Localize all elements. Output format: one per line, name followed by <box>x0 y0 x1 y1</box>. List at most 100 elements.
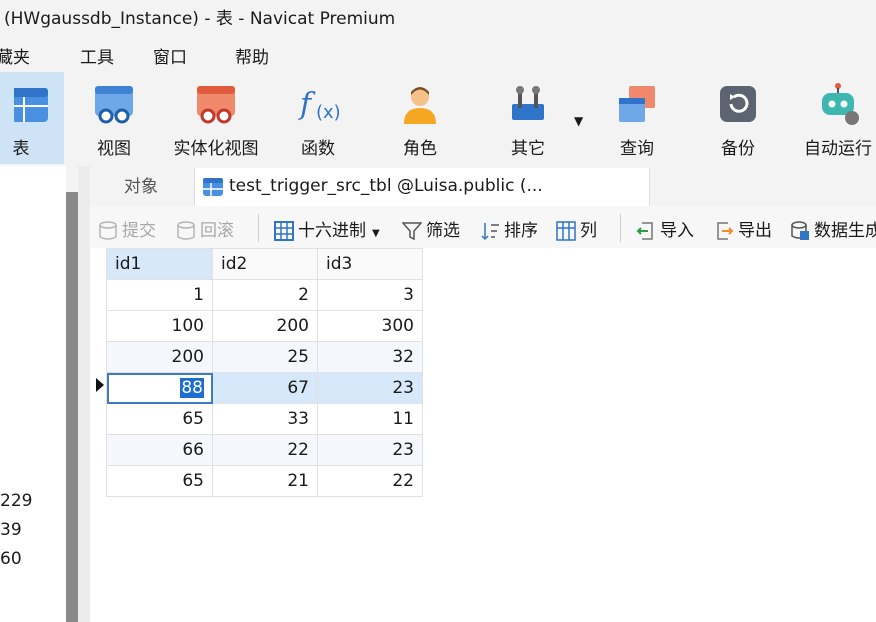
tab-objects[interactable]: 对象 <box>90 168 192 206</box>
data-generation-icon <box>791 221 809 240</box>
table-icon <box>203 178 223 196</box>
data-grid[interactable]: id1 id2 id3 1 2 3 100 200 300 200 25 32 <box>90 248 876 622</box>
menu-favorites[interactable]: 藏夹 <box>0 43 30 68</box>
nav-value: 229 <box>0 491 33 511</box>
cell-id3[interactable]: 23 <box>317 372 423 404</box>
function-icon: f (x) <box>298 87 340 123</box>
query-icon <box>619 86 655 122</box>
funnel-icon <box>402 222 422 241</box>
hex-label: 十六进制 <box>298 221 366 241</box>
cell-id2[interactable]: 2 <box>212 279 318 311</box>
cell-id1[interactable]: 65 <box>106 465 213 497</box>
nav-value: 39 <box>0 520 22 540</box>
title-bar: (HWgaussdb_Instance) - 表 - Navicat Premi… <box>0 0 876 32</box>
tab-bar: 对象 test_trigger_src_tbl @Luisa.public (.… <box>90 166 876 206</box>
table-row-selected[interactable]: 88 67 23 <box>106 372 423 404</box>
toolbar-role-button[interactable]: 角色 <box>390 72 450 164</box>
toolbar-separator <box>620 214 621 242</box>
vertical-scrollbar[interactable] <box>66 192 78 622</box>
cell-id2[interactable]: 21 <box>212 465 318 497</box>
toolbar-query-button[interactable]: 查询 <box>606 72 668 164</box>
navigation-pane[interactable]: 229 39 60 <box>0 166 66 622</box>
data-toolbar: 提交 回滚 十六进制 ▼ 筛选 排序 列 导入 导出 数据生成 <box>90 206 876 249</box>
menu-window[interactable]: 窗口 <box>153 43 187 68</box>
hex-dropdown-icon[interactable]: ▼ <box>372 228 380 239</box>
cell-id2[interactable]: 25 <box>212 341 318 373</box>
toolbar-table-label: 表 <box>12 139 30 159</box>
menu-help[interactable]: 帮助 <box>235 43 269 68</box>
cell-id1[interactable]: 1 <box>106 279 213 311</box>
data-generation-button[interactable]: 数据生成 <box>790 216 876 241</box>
menu-tools[interactable]: 工具 <box>80 43 114 68</box>
import-button[interactable]: 导入 <box>636 216 694 241</box>
grid-icon <box>274 221 294 241</box>
table-icon <box>14 88 48 122</box>
rollback-label: 回滚 <box>200 221 234 241</box>
filter-button[interactable]: 筛选 <box>402 216 460 241</box>
cell-id1[interactable]: 100 <box>106 310 213 342</box>
toolbar-view-label: 视图 <box>97 139 131 159</box>
table-row[interactable]: 1 2 3 <box>106 279 423 311</box>
tab-table-editor[interactable]: test_trigger_src_tbl @Luisa.public (... <box>194 168 650 206</box>
cell-id1-editing[interactable]: 88 <box>106 372 213 404</box>
user-role-icon <box>404 87 436 124</box>
table-row[interactable]: 200 25 32 <box>106 341 423 373</box>
columns-label: 列 <box>580 221 597 241</box>
toolbar-other-label: 其它 <box>511 139 545 159</box>
cell-id2[interactable]: 200 <box>212 310 318 342</box>
column-header-id1[interactable]: id1 <box>106 248 213 280</box>
toolbar-table-button[interactable]: 表 <box>0 72 64 164</box>
other-dropdown-icon[interactable]: ▼ <box>574 114 583 128</box>
import-label: 导入 <box>660 221 694 241</box>
cell-id3[interactable]: 11 <box>317 403 423 435</box>
window-title: (HWgaussdb_Instance) - 表 - Navicat Premi… <box>4 9 396 29</box>
sort-label: 排序 <box>504 221 538 241</box>
cell-id3[interactable]: 3 <box>317 279 423 311</box>
pane-splitter[interactable] <box>78 166 90 622</box>
cell-id3[interactable]: 22 <box>317 465 423 497</box>
sort-button[interactable]: 排序 <box>480 216 538 241</box>
toolbar-backup-label: 备份 <box>721 139 755 159</box>
view-icon <box>95 86 133 124</box>
materialized-view-icon <box>197 86 235 124</box>
cell-editor-text[interactable]: 88 <box>180 378 204 398</box>
table-row[interactable]: 100 200 300 <box>106 310 423 342</box>
menu-bar: 藏夹 工具 窗口 帮助 <box>0 32 876 72</box>
table-row[interactable]: 66 22 23 <box>106 434 423 466</box>
cell-id1[interactable]: 65 <box>106 403 213 435</box>
filter-label: 筛选 <box>426 221 460 241</box>
nav-value: 60 <box>0 549 22 569</box>
toolbar-other-button[interactable]: 其它 <box>498 72 558 164</box>
cell-id2[interactable]: 67 <box>212 372 318 404</box>
column-header-id2[interactable]: id2 <box>212 248 318 280</box>
cell-id3[interactable]: 32 <box>317 341 423 373</box>
toolbar-matview-label: 实体化视图 <box>173 139 259 159</box>
sort-icon <box>481 223 499 241</box>
toolbar-backup-button[interactable]: 备份 <box>708 72 768 164</box>
toolbar-view-button[interactable]: 视图 <box>84 72 144 164</box>
table-row[interactable]: 65 33 11 <box>106 403 423 435</box>
toolbar-automation-button[interactable]: 自动运行 <box>800 72 876 164</box>
main-toolbar: 表 视图 实体化视图 f (x) 函数 角色 其它 ▼ 查询 备份 自动运行 <box>0 72 876 166</box>
svg-text:f: f <box>298 87 316 122</box>
cell-id2[interactable]: 33 <box>212 403 318 435</box>
cell-id2[interactable]: 22 <box>212 434 318 466</box>
toolbar-function-label: 函数 <box>301 139 335 159</box>
cell-id3[interactable]: 23 <box>317 434 423 466</box>
tab-title: test_trigger_src_tbl @Luisa.public (... <box>229 176 543 196</box>
svg-text:(x): (x) <box>316 102 340 123</box>
cell-id3[interactable]: 300 <box>317 310 423 342</box>
export-button[interactable]: 导出 <box>714 216 772 241</box>
toolbar-function-button[interactable]: f (x) 函数 <box>288 72 348 164</box>
column-header-id3[interactable]: id3 <box>317 248 423 280</box>
commit-button[interactable]: 提交 <box>98 216 156 241</box>
export-label: 导出 <box>738 221 772 241</box>
table-row[interactable]: 65 21 22 <box>106 465 423 497</box>
rollback-button[interactable]: 回滚 <box>176 216 234 241</box>
hex-button[interactable]: 十六进制 ▼ <box>274 216 380 241</box>
tools-icon <box>512 86 544 120</box>
cell-id1[interactable]: 66 <box>106 434 213 466</box>
toolbar-matview-button[interactable]: 实体化视图 <box>166 72 266 164</box>
cell-id1[interactable]: 200 <box>106 341 213 373</box>
columns-button[interactable]: 列 <box>556 216 597 241</box>
